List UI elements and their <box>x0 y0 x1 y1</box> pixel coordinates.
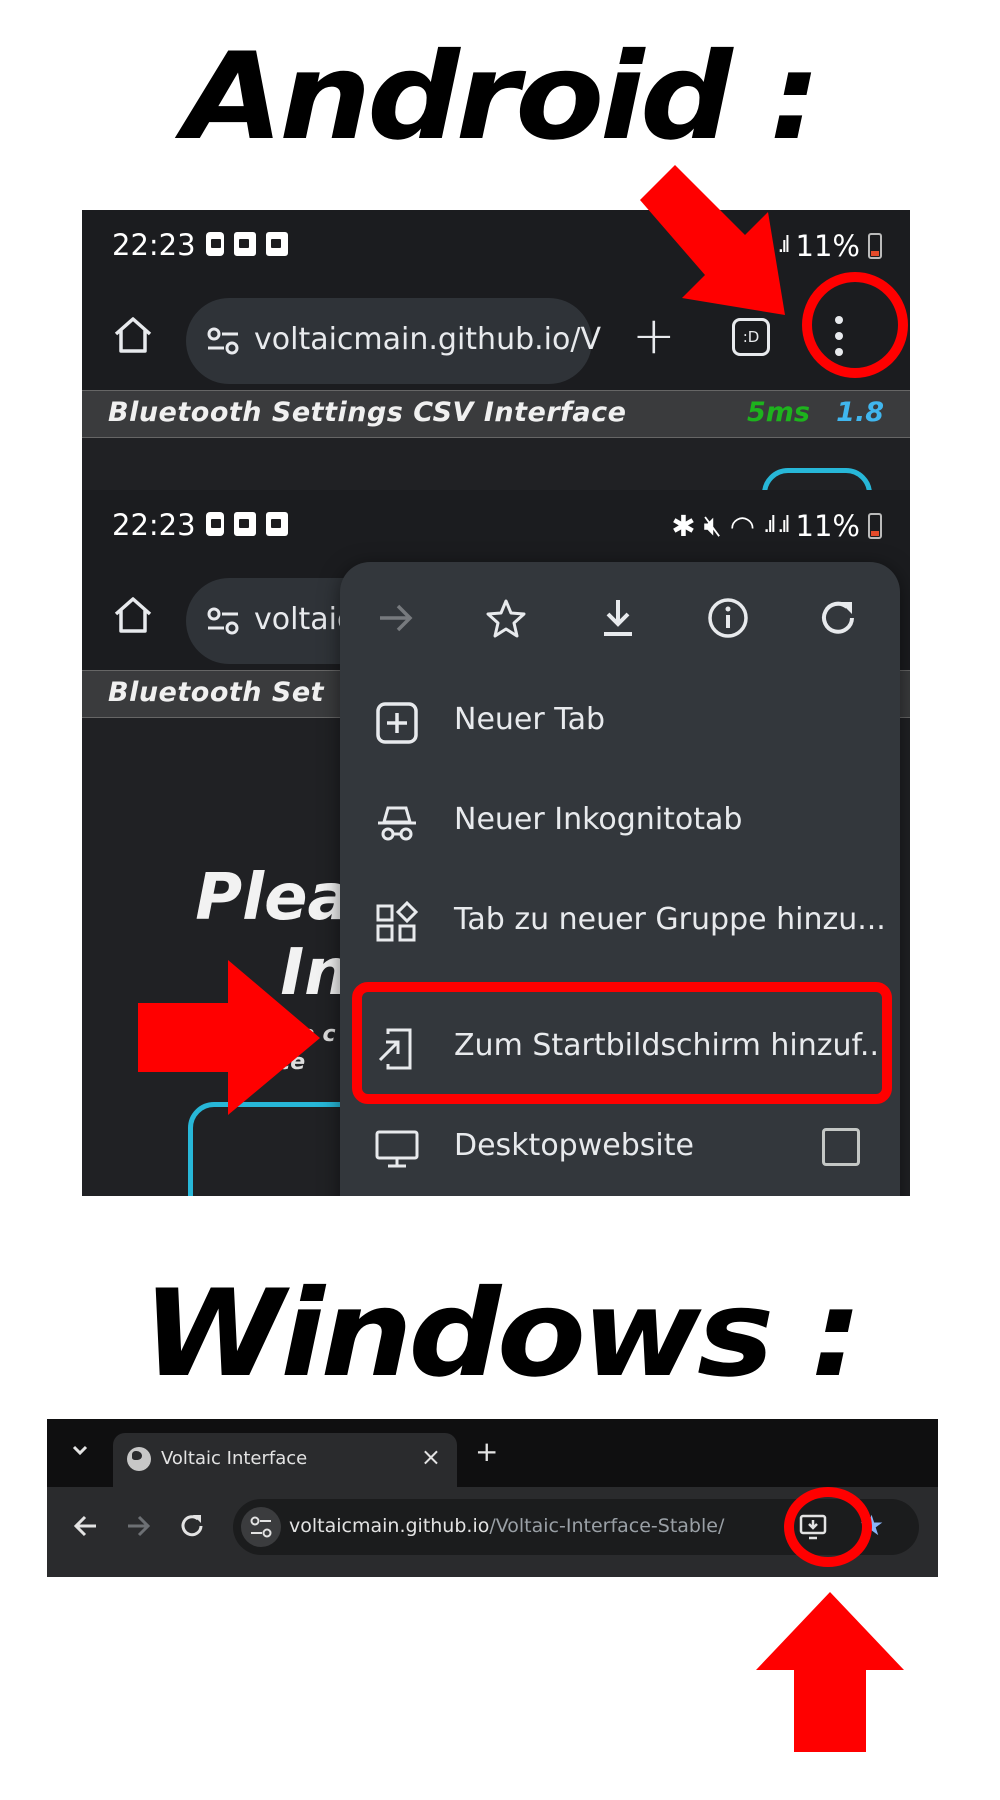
bluetooth-icon: ✱ <box>671 508 696 543</box>
menu-item-label: Neuer Inkognitotab <box>454 802 743 837</box>
reload-icon[interactable] <box>179 1513 205 1539</box>
tab-search-chevron-icon[interactable] <box>69 1439 91 1461</box>
page-title: Bluetooth Settings CSV Interface <box>108 397 627 428</box>
url-host: voltaicmain.github.io <box>289 1515 490 1537</box>
battery-alert-icon <box>206 232 224 256</box>
red-arrow-up-to-install <box>756 1592 904 1752</box>
back-icon[interactable] <box>73 1513 99 1539</box>
red-circle-install-icon <box>784 1487 872 1567</box>
browser-tab[interactable]: Voltaic Interface × <box>113 1433 457 1487</box>
checkbox-notification-icon <box>234 232 256 256</box>
tab-title: Voltaic Interface <box>161 1448 308 1469</box>
tab-group-icon <box>376 900 419 942</box>
page-header-bar: Bluetooth Settings CSV Interface 5ms 1.8 <box>82 390 910 438</box>
battery-icon <box>868 512 882 539</box>
home-icon[interactable] <box>112 314 154 356</box>
tab-strip: Voltaic Interface × + <box>47 1419 938 1487</box>
status-notification-icons <box>206 512 288 536</box>
url-path: /Voltaic-Interface-Stable/ <box>489 1515 725 1537</box>
site-settings-icon[interactable] <box>206 326 240 356</box>
menu-item-incognito-tab[interactable]: Neuer Inkognitotab <box>340 772 900 872</box>
home-icon[interactable] <box>112 594 154 636</box>
address-bar[interactable]: voltaicmain.github.io/V <box>186 298 601 384</box>
red-box-add-to-home-item <box>352 982 892 1104</box>
download-icon[interactable] <box>596 596 640 640</box>
red-arrow-to-add-home <box>138 960 320 1115</box>
signal-icon: .ıl .ıl <box>763 513 790 538</box>
checkbox-notification-icon <box>234 512 256 536</box>
menu-item-desktop-site[interactable]: Desktopwebsite <box>340 1098 900 1196</box>
status-time: 22:23 <box>112 508 196 542</box>
red-arrow-to-menu-icon <box>640 165 785 315</box>
latency-indicator: 5ms <box>747 397 810 428</box>
status-time: 22:23 <box>112 228 196 262</box>
red-circle-menu-button <box>802 272 908 378</box>
wifi-icon: ◠ <box>729 508 756 543</box>
omnibox-url: voltaicmain.github.io/Voltaic-Interface-… <box>289 1515 724 1537</box>
mute-icon: 🔇︎ <box>703 508 722 542</box>
star-icon[interactable] <box>484 596 528 640</box>
menu-item-label: Desktopwebsite <box>454 1128 694 1163</box>
status-bar: 22:23 ✱ 🔇︎ ◠ .ıl .ıl 11% <box>82 490 910 560</box>
new-tab-button[interactable]: + <box>475 1435 498 1468</box>
forward-icon[interactable] <box>125 1513 151 1539</box>
desktop-icon <box>375 1130 419 1168</box>
android-heading: Android : <box>183 28 821 167</box>
menu-item-label: Neuer Tab <box>454 702 606 737</box>
page-title: Bluetooth Set <box>108 677 325 708</box>
menu-action-row <box>340 562 900 672</box>
image-notification-icon <box>266 232 288 256</box>
refresh-icon[interactable] <box>816 596 860 640</box>
desktop-site-checkbox[interactable] <box>822 1128 860 1166</box>
close-tab-icon[interactable]: × <box>421 1443 441 1471</box>
url-text: voltaic <box>254 602 354 637</box>
tab-switcher-icon[interactable]: :D <box>732 318 770 356</box>
site-info-icon[interactable] <box>241 1507 281 1547</box>
status-notification-icons <box>206 232 288 256</box>
menu-item-label: Tab zu neuer Gruppe hinzu... <box>454 902 886 937</box>
windows-heading: Windows : <box>141 1265 863 1404</box>
status-right-icons: ✱ 🔇︎ ◠ .ıl .ıl 11% <box>671 508 882 543</box>
battery-alert-icon <box>206 512 224 536</box>
new-tab-icon <box>376 702 418 744</box>
menu-item-new-tab-group[interactable]: Tab zu neuer Gruppe hinzu... <box>340 872 900 972</box>
menu-item-new-tab[interactable]: Neuer Tab <box>340 672 900 772</box>
globe-icon <box>127 1447 151 1471</box>
battery-percent: 11% <box>795 508 860 543</box>
page-button-outline[interactable] <box>762 468 872 490</box>
url-text: voltaicmain.github.io/V <box>254 322 601 357</box>
forward-icon[interactable] <box>374 596 418 640</box>
image-notification-icon <box>266 512 288 536</box>
incognito-icon <box>378 806 416 841</box>
version-label: 1.8 <box>836 397 884 428</box>
battery-icon <box>868 232 882 259</box>
site-settings-icon[interactable] <box>206 606 240 636</box>
info-icon[interactable] <box>706 596 750 640</box>
